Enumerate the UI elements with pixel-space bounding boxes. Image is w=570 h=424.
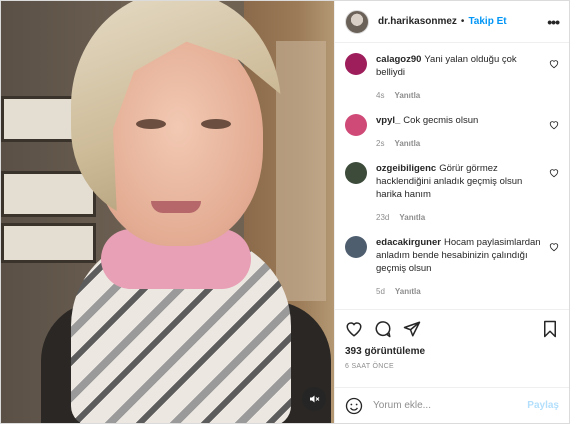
comment-time: 23d (376, 213, 390, 222)
post-actions: 393 görüntüleme 6 SAAT ÖNCE (335, 309, 569, 387)
comment-item: ozgeibiligenc Görür görmez hacklendiğini … (345, 162, 559, 222)
comment-avatar[interactable] (345, 53, 367, 75)
post-timestamp: 6 SAAT ÖNCE (345, 363, 394, 370)
instagram-post: dr.harikasonmez • Takip Et ••• calagoz90… (0, 0, 570, 424)
header-separator: • (460, 16, 465, 27)
comment-username[interactable]: vpyl_ (376, 115, 400, 126)
comment-avatar[interactable] (345, 162, 367, 184)
like-comment-icon[interactable] (549, 168, 559, 178)
comment-text: Cok gecmis olsun (403, 115, 479, 126)
comments-list: calagoz90 Yani yalan olduğu çok belliydi … (335, 43, 569, 309)
reply-button[interactable]: Yanıtla (394, 139, 420, 148)
avatar[interactable] (345, 9, 369, 34)
comment-time: 5d (376, 287, 385, 296)
post-username[interactable]: dr.harikasonmez (378, 16, 457, 27)
post-side-panel: dr.harikasonmez • Takip Et ••• calagoz90… (334, 1, 569, 423)
reply-button[interactable]: Yanıtla (399, 213, 425, 222)
like-comment-icon[interactable] (549, 59, 559, 69)
share-icon[interactable] (403, 320, 421, 338)
comment-icon[interactable] (374, 320, 392, 338)
speaker-muted-icon (310, 395, 320, 403)
like-icon[interactable] (345, 320, 363, 338)
mute-button[interactable] (302, 387, 326, 411)
emoji-icon[interactable] (345, 397, 363, 415)
post-comment-button[interactable]: Paylaş (527, 400, 559, 411)
comment-avatar[interactable] (345, 114, 367, 136)
reply-button[interactable]: Yanıtla (394, 91, 420, 100)
comment-avatar[interactable] (345, 236, 367, 258)
comment-input[interactable] (373, 400, 528, 411)
view-count[interactable]: 393 görüntüleme (345, 346, 559, 357)
follow-button[interactable]: Takip Et (468, 16, 506, 27)
comment-username[interactable]: ozgeibiligenc (376, 163, 436, 174)
comment-time: 2s (376, 139, 385, 148)
comment-username[interactable]: edacakirguner (376, 237, 441, 248)
bookmark-icon[interactable] (541, 320, 559, 338)
comment-item: vpyl_ Cok gecmis olsun 2s Yanıtla (345, 114, 559, 148)
post-header: dr.harikasonmez • Takip Et ••• (335, 1, 569, 43)
comment-time: 4s (376, 91, 385, 100)
video-player[interactable] (1, 1, 334, 423)
more-options-icon[interactable]: ••• (547, 14, 560, 30)
comment-item: edacakirguner Hocam paylasimlardan anladı… (345, 236, 559, 296)
reply-button[interactable]: Yanıtla (395, 287, 421, 296)
add-comment-bar: Paylaş (335, 387, 569, 423)
comment-username[interactable]: calagoz90 (376, 54, 421, 65)
comment-item: calagoz90 Yani yalan olduğu çok belliydi … (345, 53, 559, 100)
like-comment-icon[interactable] (549, 242, 559, 252)
like-comment-icon[interactable] (549, 120, 559, 130)
